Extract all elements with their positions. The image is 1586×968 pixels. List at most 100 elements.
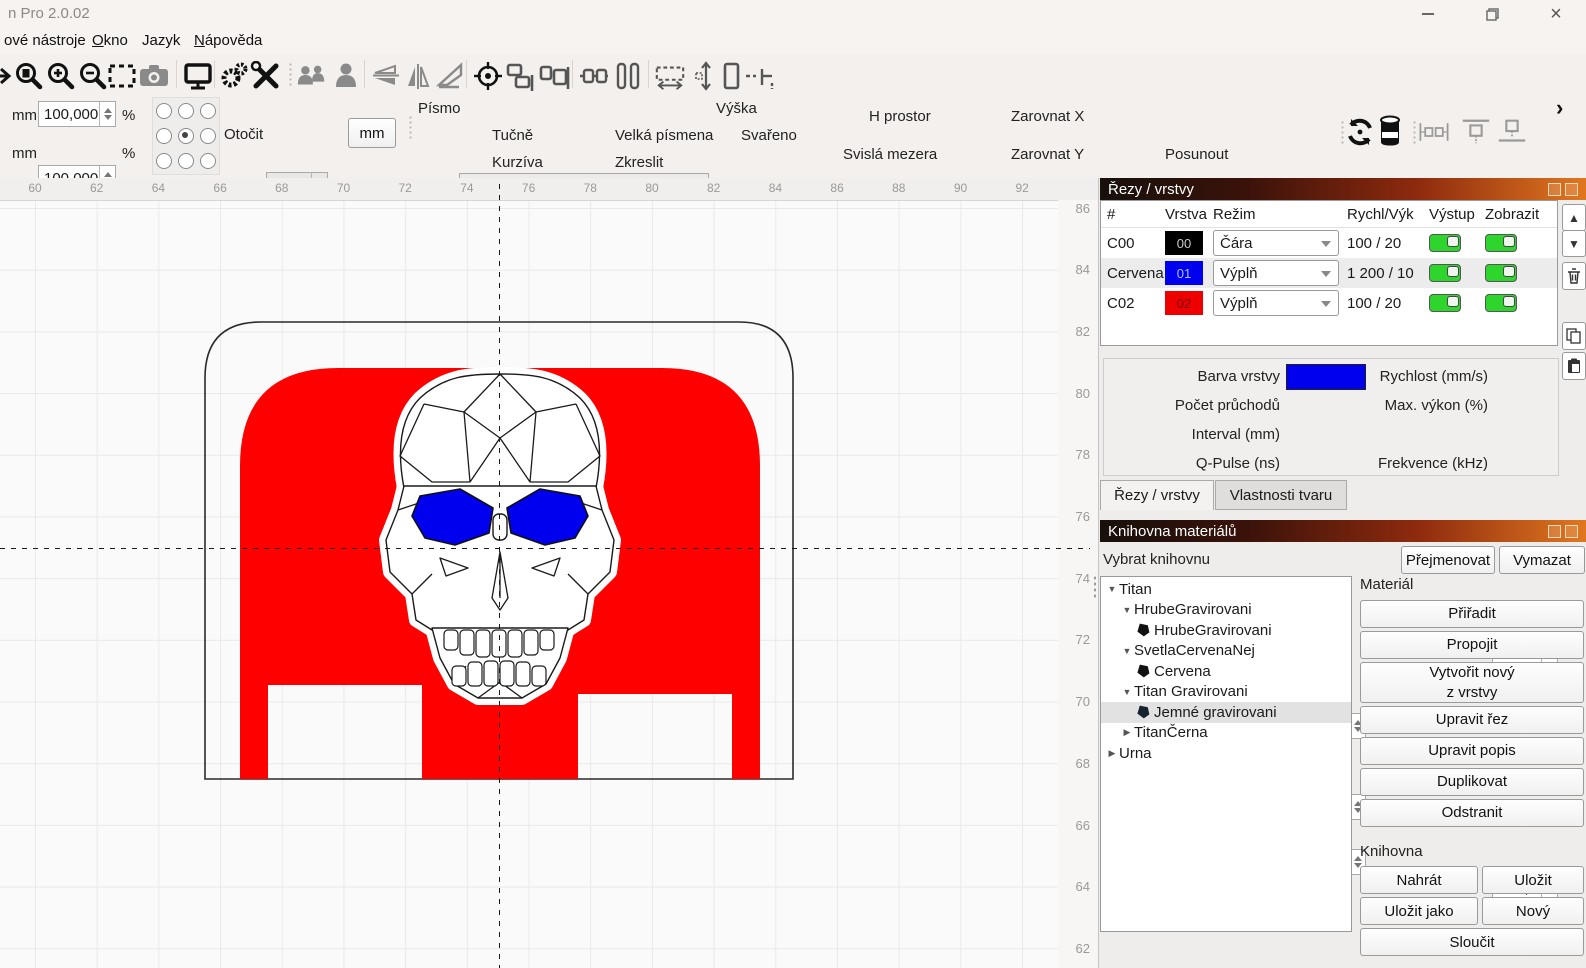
close-button[interactable]: ×: [1536, 4, 1576, 24]
tree-collapse-arrow[interactable]: ▼: [1120, 605, 1134, 615]
save-library-button[interactable]: Uložit: [1482, 866, 1584, 894]
material-button[interactable]: Vytvořit nový z vrstvy: [1360, 662, 1584, 703]
load-library-button[interactable]: Nahrát: [1360, 866, 1478, 894]
layer-row[interactable]: Cervena01Výplň1 200 / 10: [1101, 258, 1557, 288]
tree-item[interactable]: HrubeGravirovani: [1101, 620, 1351, 641]
material-button[interactable]: Propojit: [1360, 631, 1584, 659]
layer-move-up-button[interactable]: ▲: [1562, 204, 1586, 231]
align-top-icon[interactable]: [1460, 117, 1492, 147]
rename-library-button[interactable]: Přejmenovat: [1401, 546, 1495, 574]
tree-item[interactable]: ▼SvetlaCervenaNej: [1101, 641, 1351, 662]
camera-icon[interactable]: [138, 61, 170, 91]
library-panel-header[interactable]: Knihovna materiálů: [1100, 520, 1586, 542]
tree-item[interactable]: ▶TitanČerna: [1101, 723, 1351, 744]
zoom-page-icon[interactable]: [12, 61, 44, 91]
selection-marquee-icon[interactable]: [106, 61, 138, 91]
mm-unit-button[interactable]: mm: [348, 118, 396, 148]
align-edge-icon[interactable]: [538, 61, 570, 91]
tree-collapse-arrow[interactable]: ▼: [1120, 687, 1134, 697]
delete-library-button[interactable]: Vymazat: [1499, 546, 1585, 574]
flip-vertical-icon[interactable]: [370, 61, 402, 91]
align-bottom-icon[interactable]: [1496, 117, 1528, 147]
panel-close-icon[interactable]: [1565, 183, 1578, 196]
tree-collapse-arrow[interactable]: ▼: [1105, 584, 1119, 594]
layer-delete-button[interactable]: [1562, 262, 1586, 290]
layer-row[interactable]: C0202Výplň100 / 20: [1101, 288, 1557, 318]
merge-library-button[interactable]: Sloučit: [1360, 928, 1584, 956]
layer-color-swatch[interactable]: 00: [1165, 231, 1203, 255]
material-button[interactable]: Duplikovat: [1360, 768, 1584, 796]
anchor-bottom-right[interactable]: [200, 153, 216, 169]
tree-item[interactable]: ▼Titan Gravirovani: [1101, 682, 1351, 703]
layer-show-toggle[interactable]: [1485, 264, 1517, 282]
tree-collapse-arrow[interactable]: ▼: [1120, 646, 1134, 656]
anchor-middle-left[interactable]: [156, 128, 172, 144]
anchor-top-center[interactable]: [178, 103, 194, 119]
zoom-out-icon[interactable]: [76, 61, 108, 91]
tree-item[interactable]: ▼HrubeGravirovani: [1101, 600, 1351, 621]
layer-output-toggle[interactable]: [1429, 234, 1461, 252]
tree-item[interactable]: Cervena: [1101, 661, 1351, 682]
set-width-icon[interactable]: [654, 61, 686, 91]
anchor-top-right[interactable]: [200, 103, 216, 119]
distribute-horizontal-icon[interactable]: [578, 61, 610, 91]
anchor-bottom-left[interactable]: [156, 153, 172, 169]
skew-icon[interactable]: [434, 61, 466, 91]
database-icon[interactable]: [1374, 116, 1406, 146]
material-button[interactable]: Přiřadit: [1360, 600, 1584, 628]
material-button[interactable]: Odstranit: [1360, 799, 1584, 827]
layer-copy-button[interactable]: [1562, 322, 1586, 350]
layer-color-swatch[interactable]: 02: [1165, 291, 1203, 315]
tab-shape-properties[interactable]: Vlastnosti tvaru: [1215, 480, 1347, 510]
layer-show-toggle[interactable]: [1485, 294, 1517, 312]
menu-item-jazyk[interactable]: Jazyk: [138, 30, 184, 51]
minimize-button[interactable]: [1408, 4, 1448, 24]
users-group-icon[interactable]: [296, 61, 328, 91]
tree-item[interactable]: ▶Urna: [1101, 743, 1351, 764]
position-crosshair-icon[interactable]: [744, 61, 776, 91]
tree-item[interactable]: ▼Titan: [1101, 579, 1351, 600]
menu-item-napoveda[interactable]: Nápověda: [190, 30, 266, 51]
layer-output-toggle[interactable]: [1429, 264, 1461, 282]
tree-expand-arrow[interactable]: ▶: [1105, 748, 1119, 759]
material-button[interactable]: Upravit popis: [1360, 737, 1584, 765]
tools-icon[interactable]: [250, 61, 282, 91]
anchor-bottom-center[interactable]: [178, 153, 194, 169]
monitor-icon[interactable]: [182, 61, 214, 91]
layer-paste-button[interactable]: [1562, 352, 1586, 380]
anchor-position-selector[interactable]: [152, 97, 220, 175]
library-float-icon[interactable]: [1548, 525, 1561, 538]
settings-gears-icon[interactable]: [218, 61, 250, 91]
save-as-library-button[interactable]: Uložit jako: [1360, 897, 1478, 925]
toolbar-overflow-chevron[interactable]: ›: [1556, 95, 1563, 121]
refresh-icon[interactable]: [1344, 117, 1376, 147]
library-close-icon[interactable]: [1565, 525, 1578, 538]
target-center-icon[interactable]: [472, 61, 504, 91]
design-artwork[interactable]: [0, 178, 1098, 968]
layer-color-swatch[interactable]: 01: [1165, 261, 1203, 285]
restore-button[interactable]: [1472, 4, 1512, 24]
layers-panel-header[interactable]: Řezy / vrstvy: [1100, 178, 1586, 200]
menu-item-tools[interactable]: ové nástroje: [0, 30, 90, 51]
design-canvas[interactable]: 6062646668707274767880828486889092 86848…: [0, 178, 1099, 968]
user-icon[interactable]: [330, 61, 362, 91]
layer-show-toggle[interactable]: [1485, 234, 1517, 252]
new-library-button[interactable]: Nový: [1482, 897, 1584, 925]
anchor-top-left[interactable]: [156, 103, 172, 119]
distribute-vertical-icon[interactable]: [612, 61, 644, 91]
width-percent-field[interactable]: 100,000: [38, 101, 116, 127]
layer-output-toggle[interactable]: [1429, 294, 1461, 312]
anchor-middle-right[interactable]: [200, 128, 216, 144]
material-button[interactable]: Upravit řez: [1360, 706, 1584, 734]
distribute-space-h-icon[interactable]: [1418, 117, 1450, 147]
layer-color-swatch-field[interactable]: [1286, 364, 1366, 390]
layer-mode-dropdown[interactable]: Výplň: [1213, 290, 1339, 316]
flip-horizontal-icon[interactable]: [402, 61, 434, 91]
tree-item[interactable]: Jemné gravirovani: [1101, 702, 1351, 723]
layer-mode-dropdown[interactable]: Čára: [1213, 230, 1339, 256]
layer-row[interactable]: C0000Čára100 / 20: [1101, 228, 1557, 258]
panel-float-icon[interactable]: [1548, 183, 1561, 196]
tab-cuts-layers[interactable]: Řezy / vrstvy: [1100, 480, 1214, 510]
tree-expand-arrow[interactable]: ▶: [1120, 727, 1134, 738]
layer-move-down-button[interactable]: ▼: [1562, 230, 1586, 257]
